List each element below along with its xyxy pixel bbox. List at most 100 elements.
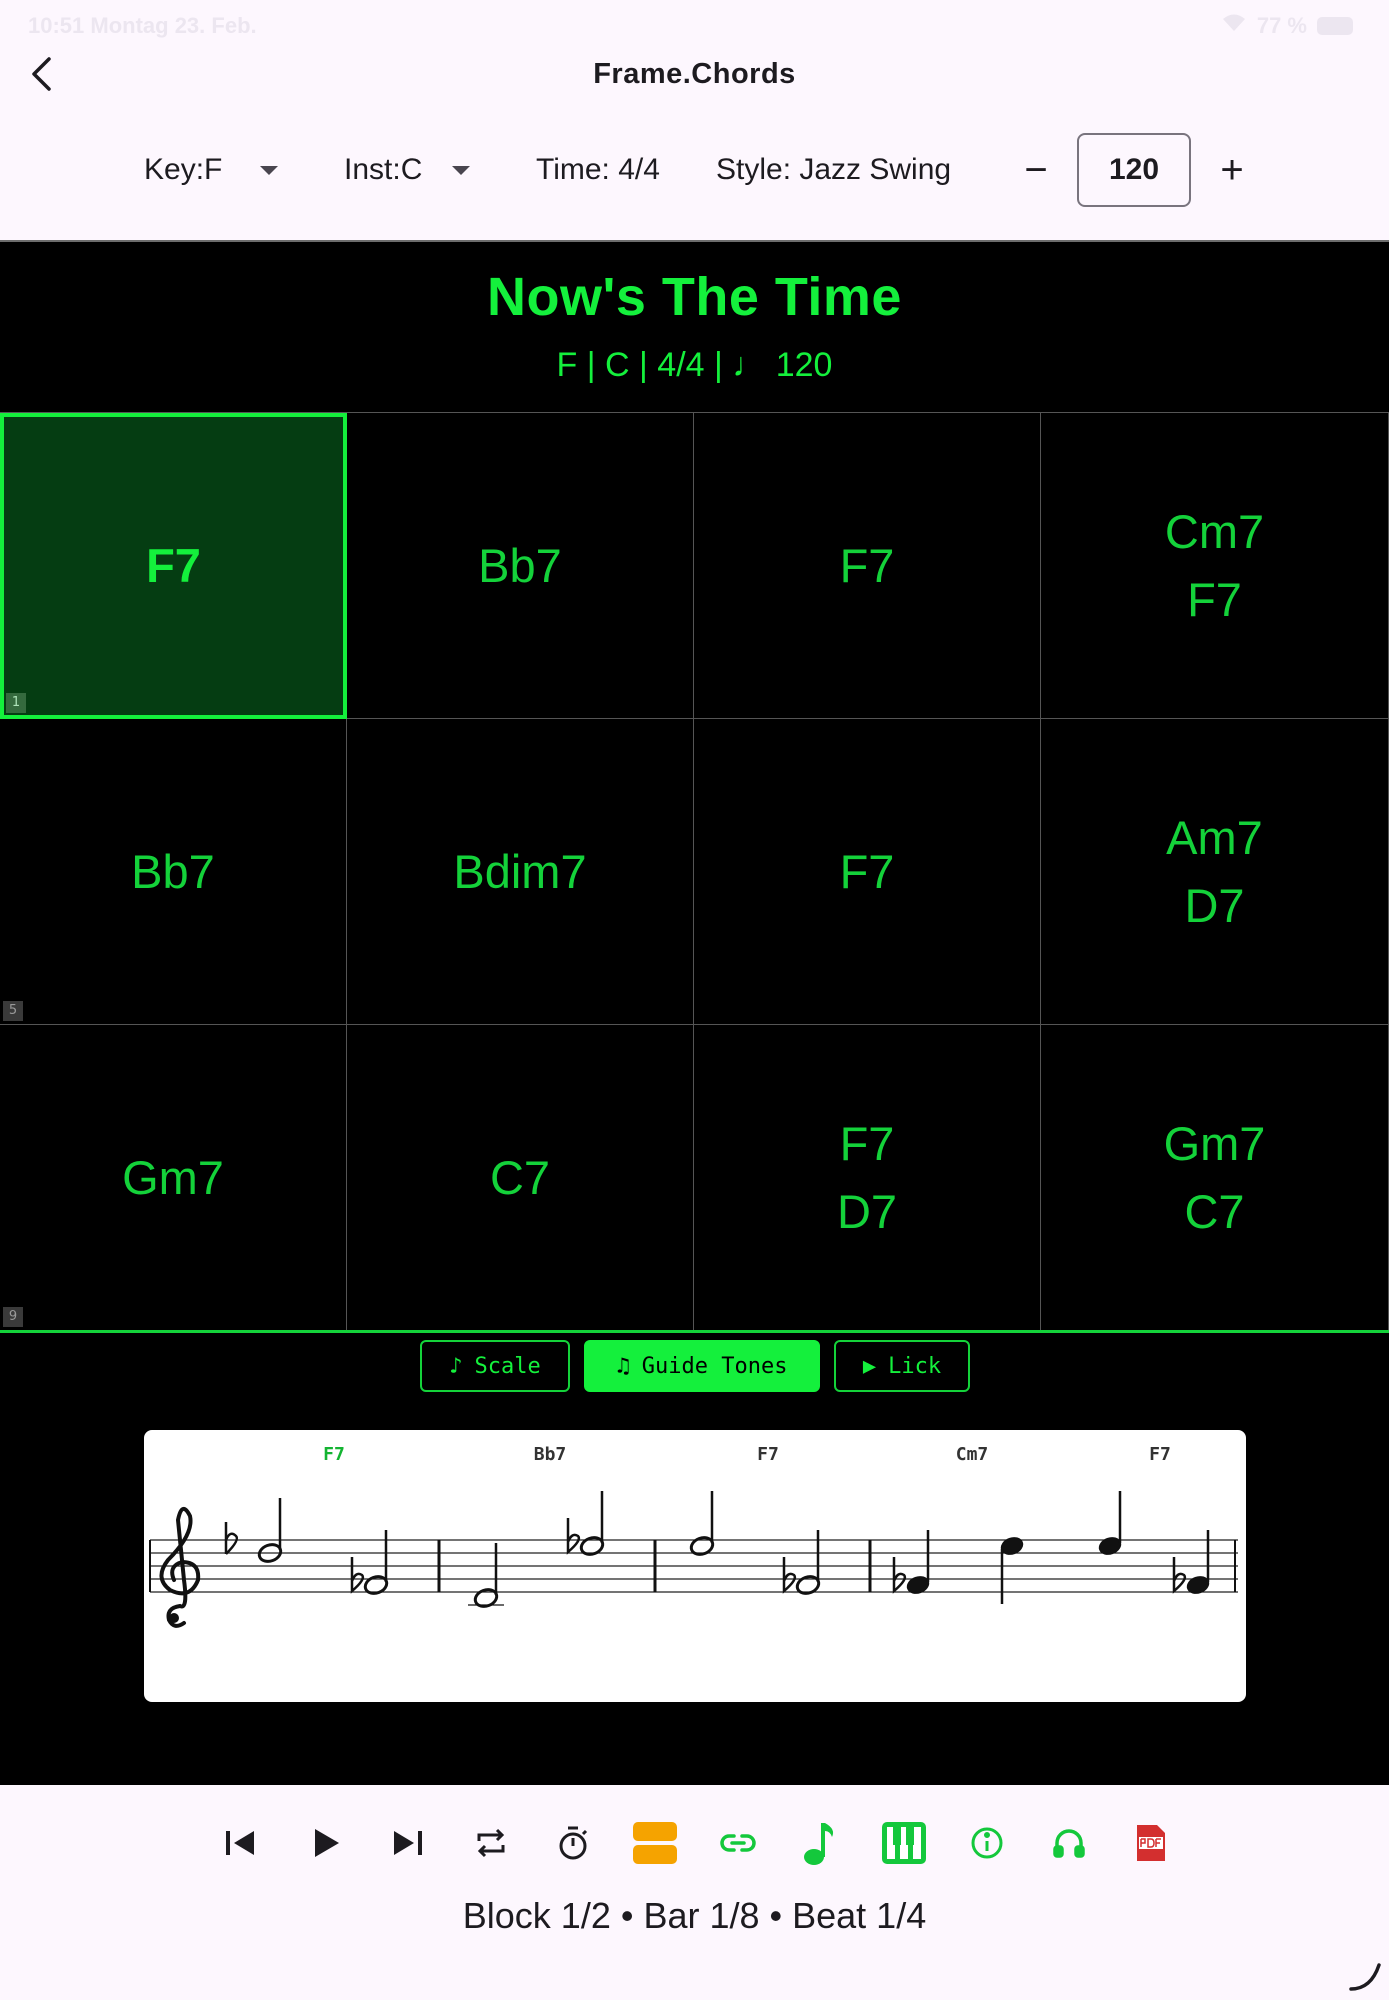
key-label: Key:F — [144, 153, 223, 186]
skip-next-button[interactable] — [378, 1815, 438, 1875]
tempo-input[interactable]: 120 — [1077, 133, 1191, 207]
flat-icon — [224, 1522, 239, 1555]
instrument-dropdown[interactable]: Inst:C — [344, 130, 471, 210]
status-indicators: 77 % — [1221, 13, 1353, 39]
chord-cell[interactable]: F7 — [694, 719, 1041, 1025]
info-icon — [967, 1823, 1007, 1868]
main-panel: Now's The Time F | C | 4/4 | ♩ 120 F7 1 Bb… — [0, 240, 1389, 1785]
play-button[interactable] — [295, 1815, 355, 1875]
flat-icon — [892, 1557, 907, 1594]
chord-cell[interactable]: Am7 D7 — [1041, 719, 1389, 1025]
skip-previous-icon — [220, 1823, 260, 1868]
style-label: Style: Jazz Swing — [716, 153, 952, 186]
chord-symbol: F7 — [146, 539, 201, 592]
headphones-button[interactable] — [1039, 1815, 1099, 1875]
lick-label: Lick — [888, 1353, 942, 1379]
chord-cell[interactable]: Bb7 — [347, 413, 694, 719]
chord-cell[interactable]: Gm7 9 — [0, 1025, 347, 1331]
chord-symbol: Am7 — [1166, 810, 1263, 864]
status-bar: 10:51 Montag 23. Feb. 77 % — [0, 0, 1389, 52]
chord-symbol: F7 — [839, 844, 895, 898]
notes-icon: ♫ — [616, 1353, 630, 1379]
music-note-icon — [800, 1819, 840, 1872]
song-meta: F | C | 4/4 | ♩ 120 — [556, 346, 833, 384]
link-icon — [718, 1823, 758, 1868]
time-label: Time: 4/4 — [536, 153, 660, 186]
pdf-button[interactable] — [1121, 1815, 1181, 1875]
scale-label: Scale — [474, 1353, 541, 1379]
notation-chord-label: Cm7 — [956, 1444, 989, 1465]
tempo-increase-button[interactable]: + — [1200, 138, 1264, 202]
repeat-icon — [471, 1823, 511, 1868]
sheet-music: F7 Bb7 F7 Cm7 F7 — [149, 1444, 1238, 1628]
wifi-icon — [1221, 13, 1247, 39]
repeat-button[interactable] — [461, 1815, 521, 1875]
chord-symbol: Bb7 — [478, 538, 562, 592]
music-note-button[interactable] — [790, 1815, 850, 1875]
flat-icon — [566, 1518, 581, 1555]
chord-symbol: Cm7 — [1164, 504, 1265, 558]
notation-chord-label: F7 — [323, 1444, 345, 1465]
bar-number: 1 — [6, 693, 26, 713]
flat-icon — [1172, 1557, 1187, 1594]
instrument-label: Inst:C — [344, 153, 423, 186]
skip-previous-button[interactable] — [210, 1815, 270, 1875]
flat-icon — [350, 1557, 365, 1594]
scale-button[interactable]: ♪ Scale — [420, 1340, 570, 1392]
bar-number: 5 — [3, 1001, 23, 1021]
chord-symbol: C7 — [489, 1150, 551, 1204]
song-title: Now's The Time — [487, 267, 902, 327]
guide-tones-button[interactable]: ♫ Guide Tones — [584, 1340, 820, 1392]
chord-cell[interactable]: F7 D7 — [694, 1025, 1041, 1331]
chord-cell[interactable]: Bdim7 — [347, 719, 694, 1025]
style-selector[interactable]: Style: Jazz Swing — [716, 130, 951, 210]
skip-next-icon — [388, 1823, 428, 1868]
key-dropdown[interactable]: Key:F — [144, 130, 279, 210]
playback-position: Block 1/2 • Bar 1/8 • Beat 1/4 — [462, 1895, 927, 1936]
battery-icon — [1317, 17, 1353, 35]
chord-symbol: F7 — [839, 1116, 895, 1170]
status-time-date: 10:51 Montag 23. Feb. — [28, 13, 257, 38]
controls-row: Key:F Inst:C Time: 4/4 Style: Jazz Swing… — [0, 130, 1389, 210]
chord-symbol: F7 — [1187, 572, 1242, 626]
timer-icon — [553, 1823, 593, 1868]
info-button[interactable] — [957, 1815, 1017, 1875]
chord-cell[interactable]: F7 — [694, 413, 1041, 719]
chord-symbol: Gm7 — [122, 1150, 224, 1204]
bottom-toolbar: Block 1/2 • Bar 1/8 • Beat 1/4 — [0, 1785, 1389, 1955]
flat-icon — [782, 1557, 797, 1594]
chord-cell[interactable]: Bb7 5 — [0, 719, 347, 1025]
dropdown-arrow-icon — [260, 165, 279, 175]
layout-icon — [631, 1820, 679, 1871]
app-title: Frame.Chords — [593, 58, 796, 90]
notation-panel: F7 Bb7 F7 Cm7 F7 — [144, 1430, 1246, 1702]
link-button[interactable] — [708, 1815, 768, 1875]
tempo-decrease-button[interactable]: − — [1004, 138, 1068, 202]
notation-chord-label: Bb7 — [534, 1444, 567, 1465]
piano-icon — [880, 1820, 928, 1871]
chord-symbol: Gm7 — [1163, 1116, 1266, 1170]
play-triangle-icon: ▶ — [862, 1353, 877, 1379]
piano-button[interactable] — [874, 1815, 934, 1875]
plus-icon: + — [1220, 147, 1244, 192]
chord-cell[interactable]: Gm7 C7 — [1041, 1025, 1389, 1331]
chord-cell[interactable]: C7 — [347, 1025, 694, 1331]
battery-percent: 77 % — [1256, 13, 1307, 38]
lick-button[interactable]: ▶ Lick — [834, 1340, 970, 1392]
chord-symbol: Bb7 — [131, 844, 215, 898]
resize-handle-icon — [1349, 1963, 1381, 1991]
notation-chord-label: F7 — [757, 1444, 779, 1465]
dropdown-arrow-icon — [452, 165, 471, 175]
layout-button[interactable] — [625, 1815, 685, 1875]
timer-button[interactable] — [543, 1815, 603, 1875]
chord-symbol: D7 — [1184, 878, 1245, 932]
time-signature[interactable]: Time: 4/4 — [536, 130, 660, 210]
chord-grid: F7 1 Bb7 F7 Cm7 F7 Bb7 5 Bdim7 F7 Am7 D7 Gm7 9 C7 F7 D7 G… — [0, 412, 1389, 1331]
chord-cell[interactable]: Cm7 F7 — [1041, 413, 1389, 719]
chord-symbol: C7 — [1184, 1184, 1245, 1238]
headphones-icon — [1049, 1823, 1089, 1868]
guide-tones-label: Guide Tones — [641, 1353, 788, 1379]
play-icon — [305, 1823, 345, 1868]
divider — [0, 1330, 1389, 1333]
chord-cell[interactable]: F7 1 — [0, 413, 347, 719]
